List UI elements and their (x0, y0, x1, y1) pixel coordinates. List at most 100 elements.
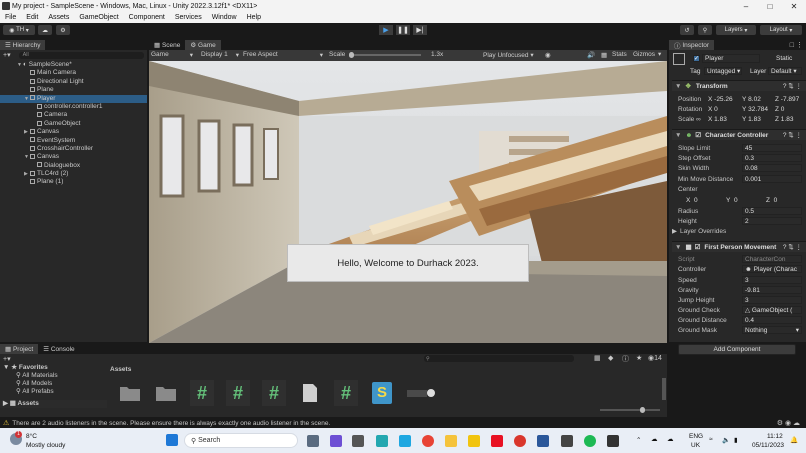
list-item[interactable]: Dialoguebox (0, 162, 147, 170)
history-icon[interactable]: ↺ (680, 25, 694, 35)
csharp-script-icon[interactable]: # (226, 380, 250, 406)
component-menu-icon[interactable]: ? ⇅ ⋮ (783, 131, 802, 139)
object-name-field[interactable]: Player (702, 54, 760, 63)
list-item[interactable]: CrosshairController (0, 145, 147, 153)
menu-icon[interactable]: ⋮ (796, 41, 803, 49)
chrome-icon[interactable] (422, 435, 434, 447)
tab-console[interactable]: ☰ Console (38, 344, 80, 354)
status-icons[interactable]: ⚙ ◉ ☁ (777, 419, 800, 427)
language-primary[interactable]: ENG (689, 433, 703, 440)
script-field[interactable]: CharacterCon (742, 255, 802, 263)
step-button[interactable]: ▶| (413, 25, 427, 35)
speaker-icon[interactable]: 🔊 (587, 51, 595, 59)
app-circle-icon[interactable] (514, 435, 526, 447)
active-checkbox[interactable]: ✓ (693, 55, 700, 62)
center-x-field[interactable]: X 0 (684, 196, 722, 204)
list-item[interactable]: ▼ Canvas (0, 153, 147, 161)
model-icon[interactable] (404, 380, 438, 406)
center-z-field[interactable]: Z 0 (764, 196, 802, 204)
controller-field[interactable]: ☻ Player (Charac (742, 265, 802, 273)
list-item[interactable]: ⚲ All Prefabs (0, 388, 107, 396)
rotation-x-field[interactable]: X 0 (706, 105, 736, 113)
component-menu-icon[interactable]: ? ⇅ ⋮ (783, 82, 802, 90)
language-secondary[interactable]: UK (691, 442, 700, 449)
list-item[interactable]: ⚲ All Materials (0, 372, 107, 380)
audio-icon[interactable]: ◉ (545, 51, 551, 59)
list-item[interactable]: Main Camera (0, 69, 147, 77)
hierarchy-search-input[interactable]: All (18, 51, 144, 59)
position-x-field[interactable]: X -25.26 (706, 95, 744, 103)
tab-hierarchy[interactable]: ☰ Hierarchy (0, 40, 46, 50)
maximize-button[interactable]: □ (758, 0, 782, 12)
list-item[interactable]: GameObject (0, 120, 147, 128)
tab-inspector[interactable]: ⓘ Inspector (669, 40, 715, 50)
scale-z-field[interactable]: Z 1.83 (773, 115, 803, 123)
rotation-z-field[interactable]: Z 0 (773, 105, 803, 113)
store-icon[interactable] (352, 435, 364, 447)
volume-icon[interactable]: 🔈 (722, 436, 730, 444)
taskbar-search[interactable]: ⚲ Search (184, 433, 298, 448)
gizmos-dropdown-icon[interactable]: ▾ (658, 50, 661, 58)
list-item[interactable]: EventSystem (0, 137, 147, 145)
scale-slider[interactable] (349, 52, 421, 58)
menu-file[interactable]: File (0, 14, 21, 21)
windows-start-icon[interactable] (166, 434, 178, 446)
onedrive-icon[interactable]: ☁ (667, 435, 674, 443)
component-menu-icon[interactable]: ? ⇅ ⋮ (783, 243, 802, 251)
slope-limit-field[interactable]: 45 (742, 144, 802, 152)
list-item[interactable]: ▶ Canvas (0, 128, 147, 136)
menu-help[interactable]: Help (242, 14, 266, 21)
unity-icon[interactable] (607, 435, 619, 447)
list-item[interactable]: ▶ TLC4rd (2) (0, 170, 147, 178)
minimize-button[interactable]: – (734, 0, 758, 12)
csharp-script-icon[interactable]: # (190, 380, 214, 406)
layer-dropdown[interactable]: Default ▾ (768, 67, 802, 75)
layer-overrides-foldout[interactable]: ▶ Layer Overrides (672, 226, 726, 236)
ground-distance-field[interactable]: 0.4 (742, 316, 802, 324)
pause-button[interactable]: ❚❚ (396, 25, 410, 35)
menu-window[interactable]: Window (207, 14, 242, 21)
link-icon[interactable]: ∞ (696, 116, 701, 123)
assets-foldout[interactable]: ▶ ▦ Assets (0, 400, 107, 408)
scrollbar[interactable] (662, 378, 666, 400)
csharp-script-icon[interactable]: # (334, 380, 358, 406)
word-icon[interactable] (537, 435, 549, 447)
filter-icon[interactable]: ▦ (594, 354, 601, 362)
clock-date[interactable]: 05/11/2023 (752, 442, 784, 449)
ground-mask-dropdown[interactable]: Nothing ▾ (742, 326, 802, 334)
search-icon[interactable]: ⚲ (698, 25, 712, 35)
add-icon[interactable]: +▾ (3, 355, 11, 363)
lock-icon[interactable]: □ (790, 42, 794, 49)
character-controller-header[interactable]: ▼ ☻ ☑ Character Controller ? ⇅ ⋮ (672, 129, 806, 140)
rotation-y-field[interactable]: Y 32.784 (740, 105, 773, 113)
label-icon[interactable]: ◆ (608, 354, 613, 362)
game-mode-dropdown[interactable]: Game ▾ (151, 51, 195, 60)
center-y-field[interactable]: Y 0 (724, 196, 762, 204)
radius-field[interactable]: 0.5 (742, 207, 802, 215)
step-offset-field[interactable]: 0.3 (742, 154, 802, 162)
tag-dropdown[interactable]: Untagged ▾ (704, 67, 742, 75)
app-red-icon[interactable] (491, 435, 503, 447)
list-item[interactable]: ▼ Player (0, 94, 147, 103)
clock-time[interactable]: 11:12 (767, 433, 783, 440)
app-l-icon[interactable] (399, 435, 411, 447)
folder-icon[interactable] (154, 380, 178, 406)
play-button[interactable]: ▶ (379, 25, 393, 35)
folder-icon[interactable] (118, 380, 142, 406)
file-explorer-icon[interactable] (445, 435, 457, 447)
enabled-checkbox[interactable]: ☑ (695, 131, 701, 139)
favorites-foldout[interactable]: ▼ ★ Favorites (0, 364, 107, 372)
transform-header[interactable]: ▼ ✥ Transform ? ⇅ ⋮ (672, 80, 806, 91)
scale-y-field[interactable]: Y 1.83 (740, 115, 770, 123)
spotify-icon[interactable] (584, 435, 596, 447)
mixer-icon[interactable]: ▦ (601, 51, 607, 59)
speed-field[interactable]: 3 (742, 276, 802, 284)
shader-icon[interactable]: S (370, 380, 394, 406)
fpm-header[interactable]: ▼ ▦ ☑ First Person Movement ? ⇅ ⋮ (672, 241, 806, 252)
list-item[interactable]: ▼◐ SampleScene* (0, 61, 147, 69)
display-dropdown[interactable]: Display 1 ▾ (201, 51, 239, 60)
skin-width-field[interactable]: 0.08 (742, 164, 802, 172)
gizmos-button[interactable]: Gizmos (633, 51, 655, 58)
edge-icon[interactable] (376, 435, 388, 447)
list-item[interactable]: Directional Light (0, 78, 147, 86)
